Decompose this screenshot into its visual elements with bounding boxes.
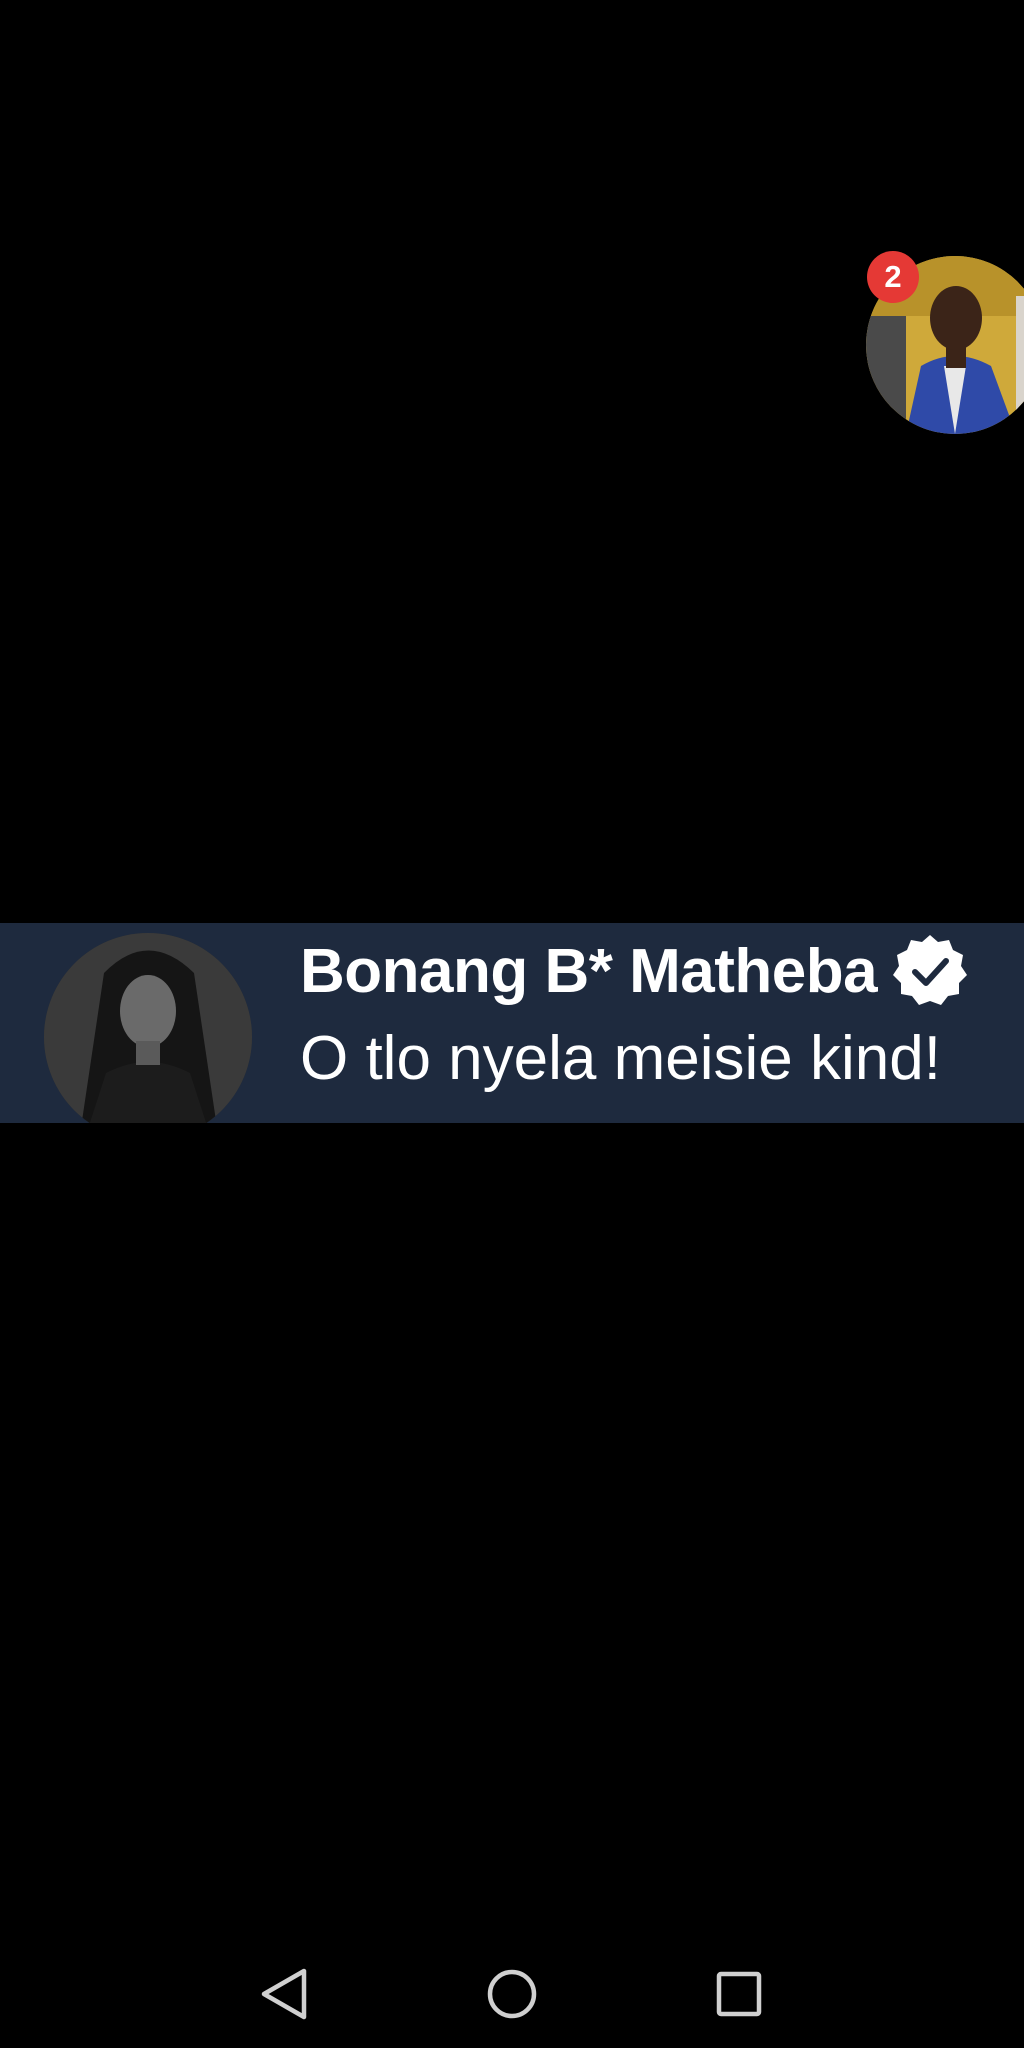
notification-count-badge: 2 bbox=[867, 251, 919, 303]
commenter-avatar-photo bbox=[44, 933, 252, 1123]
back-button[interactable] bbox=[250, 1958, 322, 2030]
recents-button[interactable] bbox=[703, 1958, 775, 2030]
commenter-avatar bbox=[44, 933, 252, 1123]
home-circle-icon bbox=[487, 1969, 537, 2019]
comment-banner: Bonang B* Matheba O tlo nyela meisie kin… bbox=[0, 923, 1024, 1123]
home-button[interactable] bbox=[476, 1958, 548, 2030]
commenter-name: Bonang B* Matheba bbox=[300, 936, 878, 1006]
recents-square-icon bbox=[716, 1971, 762, 2017]
commenter-name-row: Bonang B* Matheba bbox=[300, 933, 969, 1009]
video-screen: 2 Bonang B* Matheba O tlo nyela meisie k… bbox=[0, 0, 1024, 2048]
back-triangle-icon bbox=[261, 1968, 307, 2020]
comment-text: O tlo nyela meisie kind! bbox=[300, 1024, 941, 1093]
verified-badge-icon bbox=[891, 932, 969, 1010]
navigation-bar bbox=[0, 1930, 1024, 2048]
